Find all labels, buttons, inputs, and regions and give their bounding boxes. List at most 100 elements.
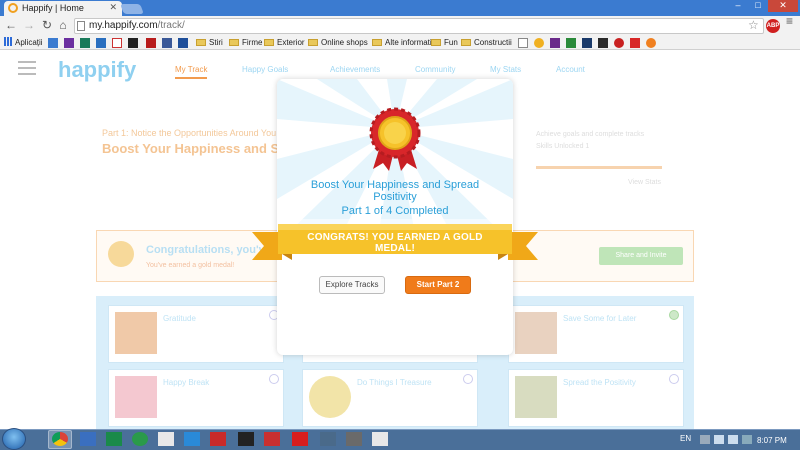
- home-icon[interactable]: ⌂: [56, 18, 70, 32]
- chrome-icon[interactable]: [52, 432, 68, 446]
- folder-icon: [308, 39, 318, 46]
- url-path: /track/: [157, 20, 185, 31]
- bookmark-icon-5[interactable]: [112, 38, 122, 48]
- bookmark-icon-h[interactable]: [646, 38, 656, 48]
- bookmark-icon-9[interactable]: [178, 38, 188, 48]
- bookmark-icon-1[interactable]: [48, 38, 58, 48]
- taskbar-app-icon[interactable]: [158, 432, 174, 446]
- gold-medal-icon: [369, 107, 421, 171]
- bookmark-folder-online-shops[interactable]: Online shops: [308, 37, 368, 49]
- bookmark-icon-e[interactable]: [598, 38, 608, 48]
- page-icon: [77, 21, 85, 31]
- taskbar-app-icon[interactable]: [106, 432, 122, 446]
- bookmark-facebook-icon[interactable]: [162, 38, 172, 48]
- nav-community[interactable]: Community: [415, 65, 455, 74]
- taskbar-app-icon[interactable]: [320, 432, 336, 446]
- new-tab-button[interactable]: [120, 4, 144, 14]
- forward-arrow-icon[interactable]: →: [22, 18, 36, 32]
- bookmark-icon-d[interactable]: [582, 38, 592, 48]
- folder-icon: [372, 39, 382, 46]
- card-title: Save Some for Later: [563, 314, 637, 323]
- bookmark-icon-b[interactable]: [534, 38, 544, 48]
- chrome-menu-icon[interactable]: ≡: [786, 15, 796, 27]
- taskbar-app-icon[interactable]: [132, 432, 148, 446]
- adblock-extension-icon[interactable]: ABP: [766, 19, 780, 33]
- bookmark-icon-f[interactable]: [566, 38, 576, 48]
- bookmark-icon-g[interactable]: [614, 38, 624, 48]
- bookmark-folder-constructii[interactable]: Constructii: [461, 37, 512, 49]
- folder-icon: [461, 39, 471, 46]
- tray-icon[interactable]: [742, 435, 752, 444]
- reload-icon[interactable]: ↻: [40, 18, 54, 32]
- taskbar-app-icon[interactable]: [238, 432, 254, 446]
- view-stats-link[interactable]: View Stats: [628, 179, 661, 186]
- bookmark-folder-alte-informatii[interactable]: Alte informatii: [372, 37, 433, 49]
- windows-start-button[interactable]: [2, 428, 26, 450]
- acrobat-icon[interactable]: [292, 432, 308, 446]
- bookmark-apps[interactable]: Aplicații: [4, 37, 43, 49]
- tray-icon[interactable]: [700, 435, 710, 444]
- language-indicator[interactable]: EN: [680, 434, 691, 443]
- back-arrow-icon[interactable]: ←: [4, 18, 18, 32]
- nav-happy-goals[interactable]: Happy Goals: [242, 65, 288, 74]
- bookmark-folder-fun[interactable]: Fun: [431, 37, 458, 49]
- congrats-strip-subtitle: You've earned a gold medal!: [146, 262, 235, 269]
- card-title: Gratitude: [163, 314, 196, 323]
- bookmark-folder-stiri[interactable]: Stiri: [196, 37, 223, 49]
- activity-card[interactable]: Spread the Positivity: [508, 369, 684, 427]
- explore-tracks-button[interactable]: Explore Tracks: [319, 276, 385, 294]
- start-part-2-button[interactable]: Start Part 2: [405, 276, 471, 294]
- maximize-button[interactable]: □: [748, 0, 768, 12]
- taskbar-app-icon[interactable]: [346, 432, 362, 446]
- activity-card[interactable]: Gratitude: [108, 305, 284, 363]
- happify-logo[interactable]: happify: [58, 57, 136, 83]
- taskbar-clock[interactable]: 8:07 PM: [757, 436, 787, 445]
- taskbar-app-icon[interactable]: [264, 432, 280, 446]
- nav-account[interactable]: Account: [556, 65, 585, 74]
- modal-progress-text: Part 1 of 4 Completed: [341, 205, 449, 217]
- track-part-label: Part 1: Notice the Opportunities Around …: [102, 128, 277, 138]
- volume-icon[interactable]: [728, 435, 738, 444]
- nav-achievements[interactable]: Achievements: [330, 65, 380, 74]
- taskbar-app-icon[interactable]: [372, 432, 388, 446]
- folder-icon: [196, 39, 206, 46]
- nav-my-track[interactable]: My Track: [175, 65, 208, 79]
- taskbar-app-icon[interactable]: [210, 432, 226, 446]
- bookmark-page-icon[interactable]: [518, 38, 528, 48]
- taskbar-app-icon[interactable]: [184, 432, 200, 446]
- happify-favicon-icon: [8, 3, 18, 13]
- bookmark-folder-firme[interactable]: Firme: [229, 37, 262, 49]
- add-icon[interactable]: [269, 374, 279, 384]
- bookmark-icon-3[interactable]: [80, 38, 90, 48]
- address-bar[interactable]: my.happify.com/track/: [74, 18, 764, 34]
- add-icon[interactable]: [669, 310, 679, 320]
- add-icon[interactable]: [463, 374, 473, 384]
- browser-tab[interactable]: Happify | Home ✕: [4, 1, 122, 16]
- add-icon[interactable]: [669, 374, 679, 384]
- share-invite-button[interactable]: Share and Invite: [599, 247, 683, 265]
- bookmark-icon-6[interactable]: [128, 38, 138, 48]
- bookmark-folder-exterior[interactable]: Exterior: [264, 37, 305, 49]
- folder-icon: [229, 39, 239, 46]
- bookmark-icon-n[interactable]: [630, 38, 640, 48]
- network-icon[interactable]: [714, 435, 724, 444]
- activity-card[interactable]: Happy Break: [108, 369, 284, 427]
- bookmark-icon-7[interactable]: [146, 38, 156, 48]
- minimize-button[interactable]: –: [728, 0, 748, 12]
- close-window-button[interactable]: ✕: [768, 0, 798, 12]
- bookmark-star-icon[interactable]: ☆: [748, 18, 759, 32]
- taskbar-app-icon[interactable]: [80, 432, 96, 446]
- card-thumbnail: [309, 376, 351, 418]
- nav-my-stats[interactable]: My Stats: [490, 65, 521, 74]
- card-title: Do Things I Treasure: [357, 378, 432, 387]
- banner-text: CONGRATS! YOU EARNED A GOLD MEDAL!: [307, 232, 483, 254]
- bookmark-icon-4[interactable]: [96, 38, 106, 48]
- hamburger-menu-icon[interactable]: [18, 61, 36, 63]
- activity-card[interactable]: Do Things I Treasure: [302, 369, 478, 427]
- bookmark-icon-c[interactable]: [550, 38, 560, 48]
- tab-close-icon[interactable]: ✕: [109, 2, 117, 13]
- card-thumbnail: [515, 312, 557, 354]
- card-thumbnail: [115, 376, 157, 418]
- bookmark-yahoo-icon[interactable]: [64, 38, 74, 48]
- activity-card[interactable]: Save Some for Later: [508, 305, 684, 363]
